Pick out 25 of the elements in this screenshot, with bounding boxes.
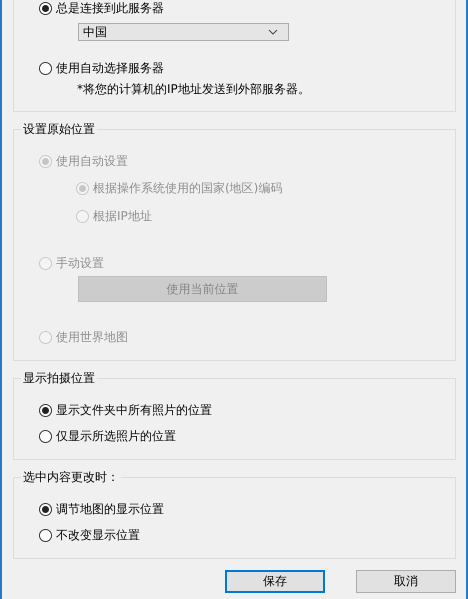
dropdown[interactable]: 中国 (78, 23, 289, 41)
radio-label: 使用自动设置 (56, 152, 128, 170)
radio-button[interactable] (39, 62, 52, 74)
radio-button[interactable] (39, 528, 52, 542)
dialog-button[interactable]: 取消 (356, 570, 456, 593)
group-title: 设置原始位置 (21, 122, 97, 137)
radio-label: 调节地图的显示位置 (56, 500, 164, 518)
dialog-button[interactable]: 保存 (225, 570, 325, 593)
radio-button[interactable] (39, 2, 52, 15)
group-title: 显示拍摄位置 (21, 371, 97, 386)
radio-button[interactable] (39, 430, 52, 442)
radio-label: 不改变显示位置 (56, 526, 140, 544)
radio-label: 显示文件夹中所有照片的位置 (56, 402, 212, 418)
radio-label: 手动设置 (56, 254, 104, 272)
radio-label: 根据操作系统使用的国家(地区)编码 (93, 180, 282, 196)
radio-label: 总是连接到此服务器 (56, 0, 164, 17)
radio-label: 仅显示所选照片的位置 (56, 428, 176, 444)
radio-label: 根据IP地址 (93, 208, 152, 224)
radio-label: 使用世界地图 (56, 328, 128, 346)
note-text: *将您的计算机的IP地址发送到外部服务器。 (76, 81, 311, 98)
group-title: 选中内容更改时： (21, 470, 121, 485)
caret-icon (268, 29, 278, 35)
radio-label: 使用自动选择服务器 (56, 60, 164, 76)
radio-button[interactable] (39, 404, 52, 416)
radio-button[interactable] (39, 502, 52, 516)
